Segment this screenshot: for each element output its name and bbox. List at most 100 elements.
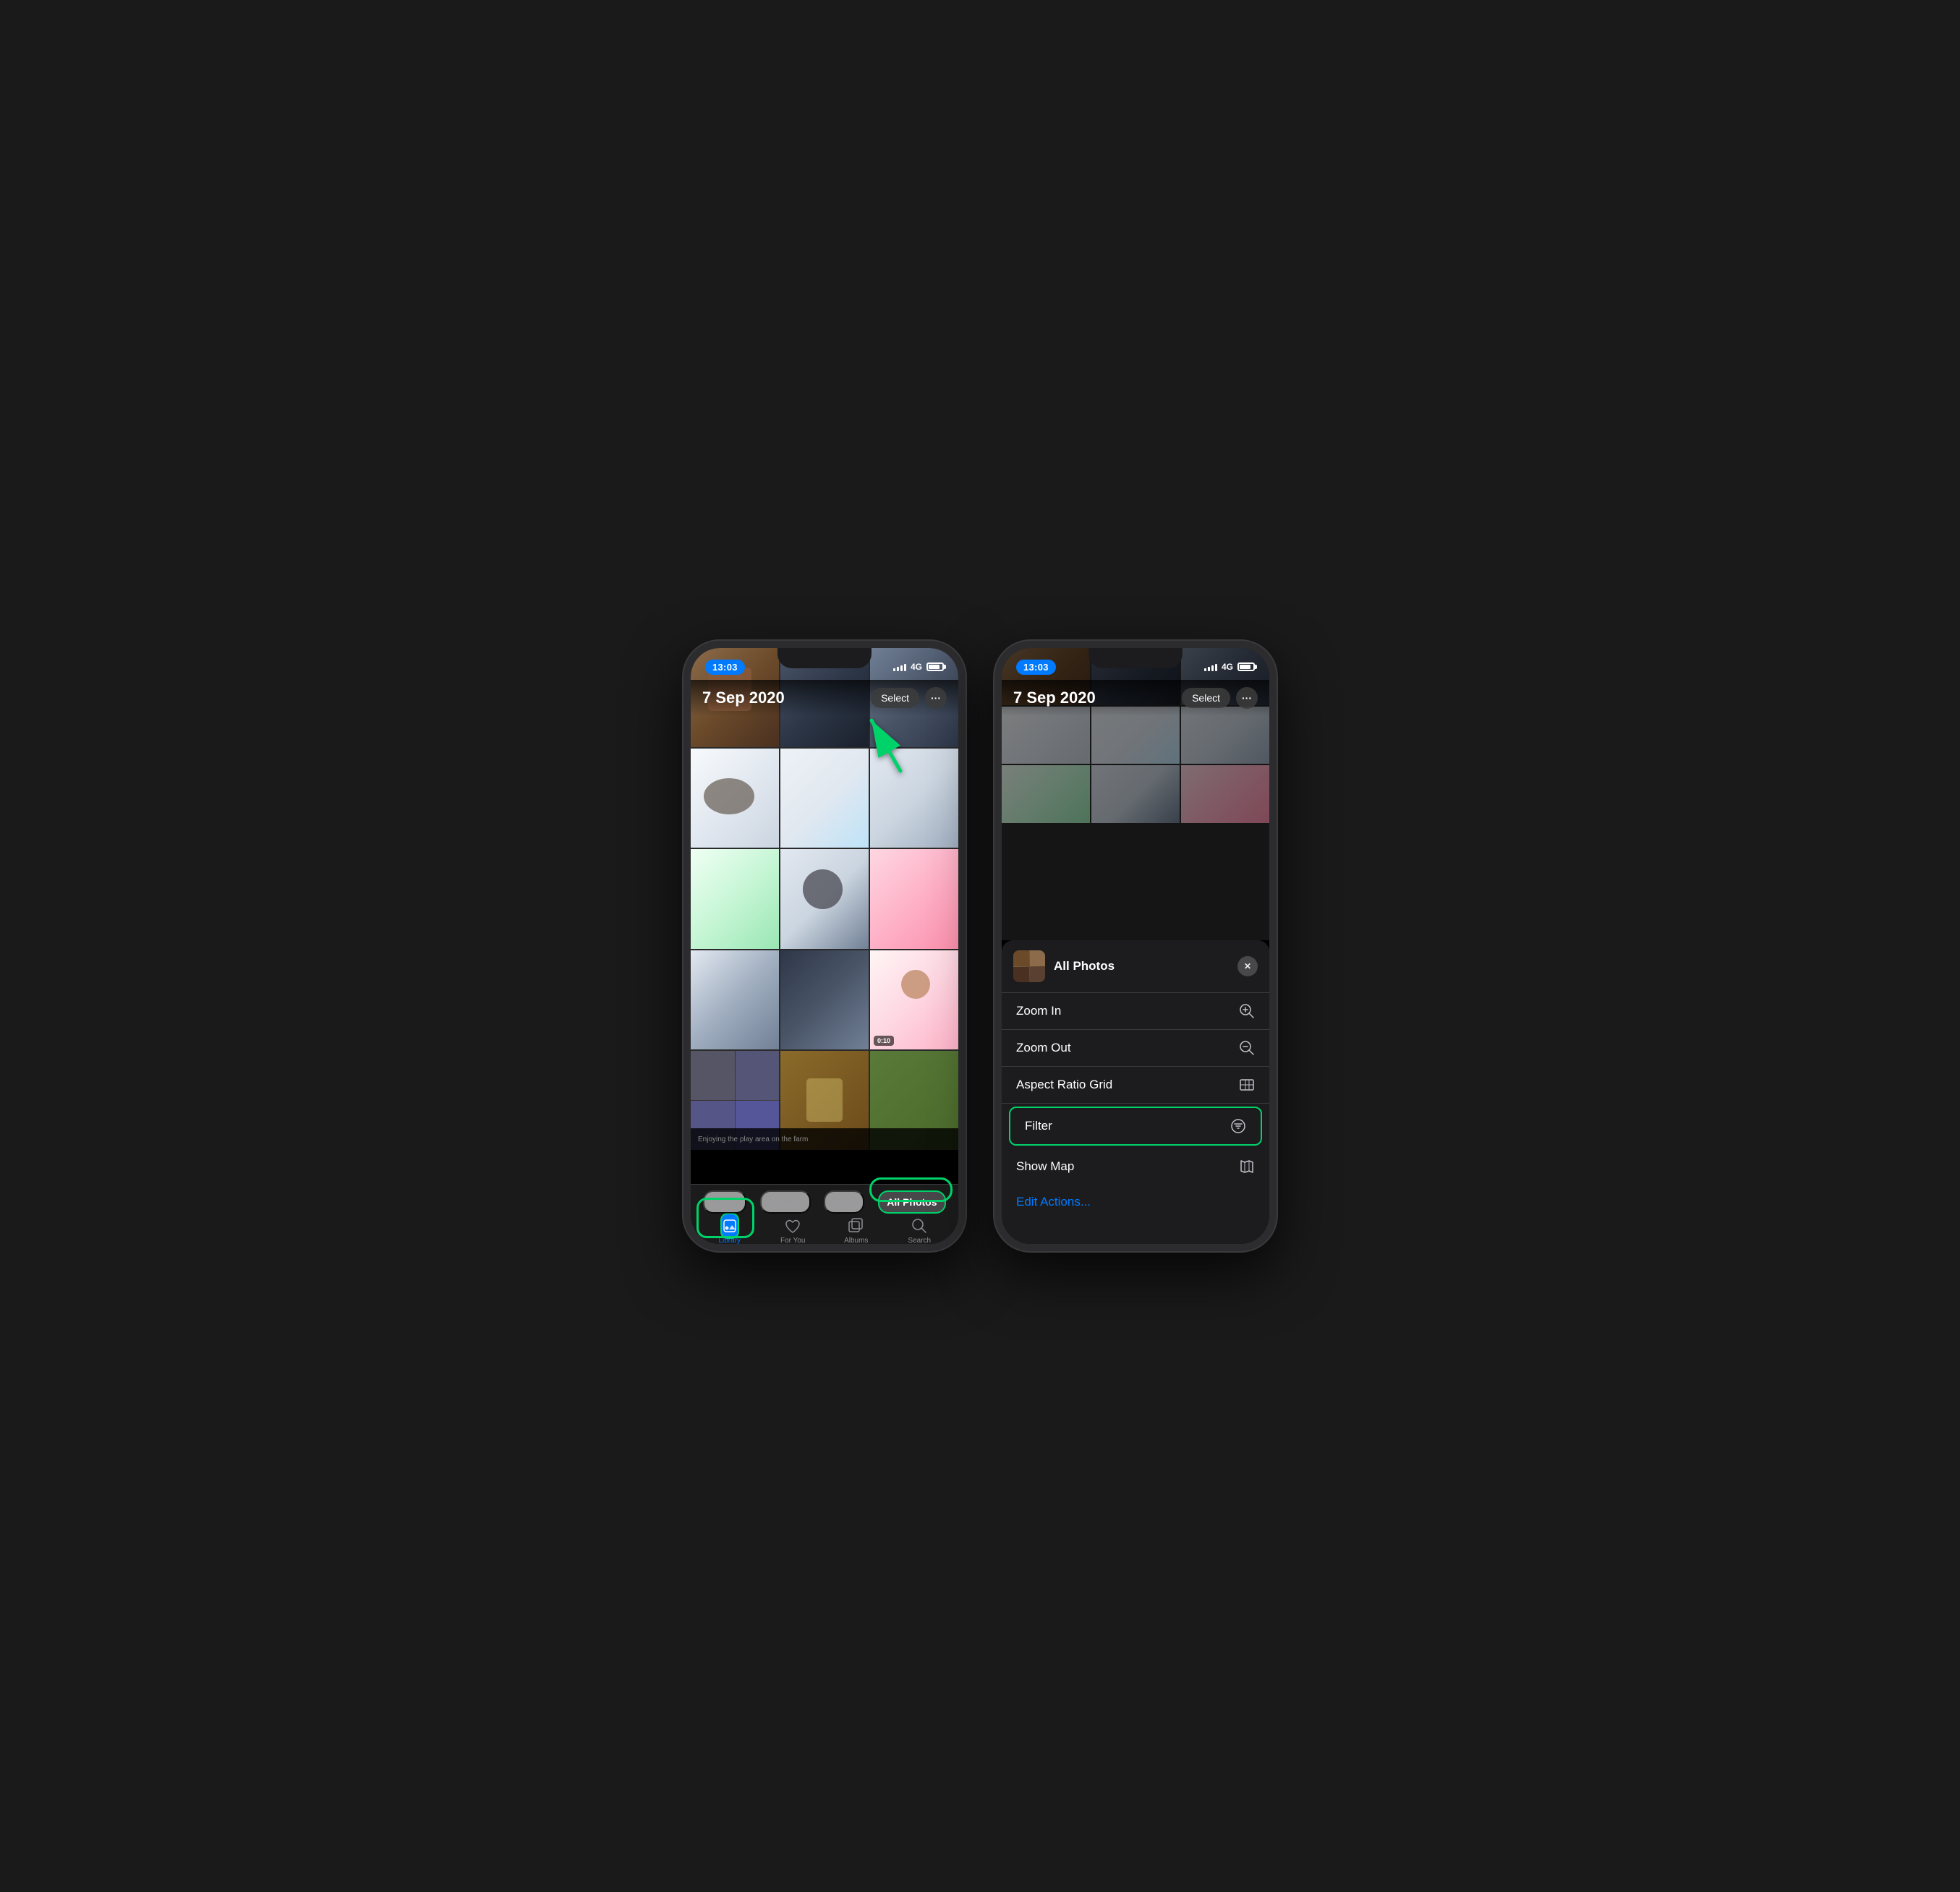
zoom-out-label: Zoom Out xyxy=(1016,1041,1071,1055)
context-menu[interactable]: All Photos ✕ Zoom In xyxy=(1002,940,1269,1244)
photo-grid-1[interactable]: 0:10 xyxy=(691,648,958,1150)
filter-icon xyxy=(1230,1118,1246,1134)
menu-item-zoom-out[interactable]: Zoom Out xyxy=(1002,1030,1269,1067)
battery-fill-1 xyxy=(929,665,939,669)
tab-albums[interactable]: Albums xyxy=(825,1216,888,1244)
scene: 13:03 4G xyxy=(683,641,1277,1251)
photo-object-12 xyxy=(901,970,930,999)
grid-mini-1 xyxy=(691,1051,735,1100)
select-button-1[interactable]: Select xyxy=(871,688,919,708)
signal-bar-2 xyxy=(897,667,899,671)
days-button[interactable]: Days xyxy=(824,1190,864,1214)
phone-1: 13:03 4G xyxy=(683,641,966,1251)
all-photos-button[interactable]: All Photos xyxy=(878,1190,945,1214)
header-date-1: 7 Sep 2020 xyxy=(702,689,785,707)
signal-bar-2-3 xyxy=(1211,665,1214,671)
caption-text-1: Enjoying the play area on the farm xyxy=(698,1135,808,1143)
signal-bar-4 xyxy=(904,664,906,671)
battery-2 xyxy=(1237,662,1255,671)
phone-2-screen: 13:03 4G xyxy=(1002,648,1269,1244)
menu-item-show-map[interactable]: Show Map xyxy=(1002,1149,1269,1185)
tab-for-you[interactable]: For You xyxy=(762,1216,825,1244)
tabs-row-1: Library For You xyxy=(691,1216,958,1244)
network-label-1: 4G xyxy=(911,662,922,672)
signal-bars-1 xyxy=(893,662,906,671)
bg-cell-7 xyxy=(1002,765,1090,822)
menu-header: All Photos ✕ xyxy=(1002,940,1269,993)
grid-mini-2 xyxy=(736,1051,780,1100)
grid-cell-6[interactable] xyxy=(870,749,958,848)
menu-items-list: Zoom In Zoom Out xyxy=(1002,993,1269,1185)
phone-1-screen: 13:03 4G xyxy=(691,648,958,1244)
years-button[interactable]: Years xyxy=(703,1190,746,1214)
thumb-4 xyxy=(1030,967,1046,983)
menu-edit-actions: Edit Actions... xyxy=(1002,1185,1269,1219)
menu-item-zoom-in[interactable]: Zoom In xyxy=(1002,993,1269,1030)
aspect-ratio-label: Aspect Ratio Grid xyxy=(1016,1078,1112,1092)
menu-close-button[interactable]: ✕ xyxy=(1237,956,1258,976)
grid-cell-11[interactable] xyxy=(780,950,869,1049)
library-icon xyxy=(720,1216,739,1235)
status-time-1: 13:03 xyxy=(705,660,745,675)
status-icons-1: 4G xyxy=(893,662,944,672)
tab-label-albums: Albums xyxy=(844,1237,868,1244)
phone-2: 13:03 4G xyxy=(994,641,1277,1251)
grid-cell-5[interactable] xyxy=(780,749,869,848)
menu-thumbnail xyxy=(1013,950,1045,982)
caption-bar-1: Enjoying the play area on the farm xyxy=(691,1128,958,1150)
edit-actions-link[interactable]: Edit Actions... xyxy=(1016,1195,1091,1209)
bg-cell-9 xyxy=(1181,765,1269,822)
menu-title: All Photos xyxy=(1054,959,1229,973)
tab-library[interactable]: Library xyxy=(698,1216,762,1244)
bg-cell-8 xyxy=(1091,765,1180,822)
status-bar-1: 13:03 4G xyxy=(691,648,958,680)
network-label-2: 4G xyxy=(1222,662,1233,672)
tab-label-library: Library xyxy=(718,1237,741,1244)
grid-cell-12[interactable]: 0:10 xyxy=(870,950,958,1049)
header-actions-1: Select ··· xyxy=(871,687,947,709)
close-icon: ✕ xyxy=(1244,961,1251,971)
status-bar-2: 13:03 4G xyxy=(1002,648,1269,680)
status-time-2: 13:03 xyxy=(1016,660,1056,675)
header-date-2: 7 Sep 2020 xyxy=(1013,689,1096,707)
photos-header-2: 7 Sep 2020 Select ··· xyxy=(1002,680,1269,716)
months-button[interactable]: Months xyxy=(760,1190,811,1214)
grid-cell-10[interactable] xyxy=(691,950,779,1049)
for-you-icon xyxy=(783,1216,802,1235)
albums-icon xyxy=(847,1216,866,1235)
search-icon xyxy=(910,1216,929,1235)
tab-search[interactable]: Search xyxy=(888,1216,952,1244)
show-map-icon xyxy=(1239,1159,1255,1175)
photo-object-4 xyxy=(704,778,754,814)
battery-fill-2 xyxy=(1240,665,1250,669)
tab-label-search: Search xyxy=(908,1237,931,1244)
tab-label-for-you: For You xyxy=(780,1237,805,1244)
header-actions-2: Select ··· xyxy=(1182,687,1258,709)
grid-cell-8[interactable] xyxy=(780,849,869,948)
signal-bars-2 xyxy=(1204,662,1217,671)
grid-cell-4[interactable] xyxy=(691,749,779,848)
more-button-1[interactable]: ··· xyxy=(925,687,947,709)
more-button-2[interactable]: ··· xyxy=(1236,687,1258,709)
tab-bar-1: Years Months Days All Photos xyxy=(691,1184,958,1244)
zoom-in-label: Zoom In xyxy=(1016,1004,1061,1018)
signal-bar-2-4 xyxy=(1215,664,1217,671)
aspect-ratio-icon xyxy=(1239,1077,1255,1093)
grid-cell-9[interactable] xyxy=(870,849,958,948)
select-button-2[interactable]: Select xyxy=(1182,688,1230,708)
zoom-in-icon xyxy=(1239,1003,1255,1019)
status-icons-2: 4G xyxy=(1204,662,1255,672)
thumb-3 xyxy=(1013,967,1029,983)
battery-1 xyxy=(926,662,944,671)
signal-bar-2-2 xyxy=(1208,667,1210,671)
grid-cell-7[interactable] xyxy=(691,849,779,948)
photos-header-1: 7 Sep 2020 Select ··· xyxy=(691,680,958,716)
filter-highlight-box: Filter xyxy=(1009,1107,1262,1146)
zoom-out-icon xyxy=(1239,1040,1255,1056)
photo-obj-14 xyxy=(806,1078,843,1122)
signal-bar-3 xyxy=(900,665,903,671)
photo-object-8 xyxy=(803,869,843,909)
menu-item-filter[interactable]: Filter xyxy=(1010,1108,1261,1144)
library-icon-box xyxy=(720,1213,739,1239)
menu-item-aspect-ratio[interactable]: Aspect Ratio Grid xyxy=(1002,1067,1269,1104)
